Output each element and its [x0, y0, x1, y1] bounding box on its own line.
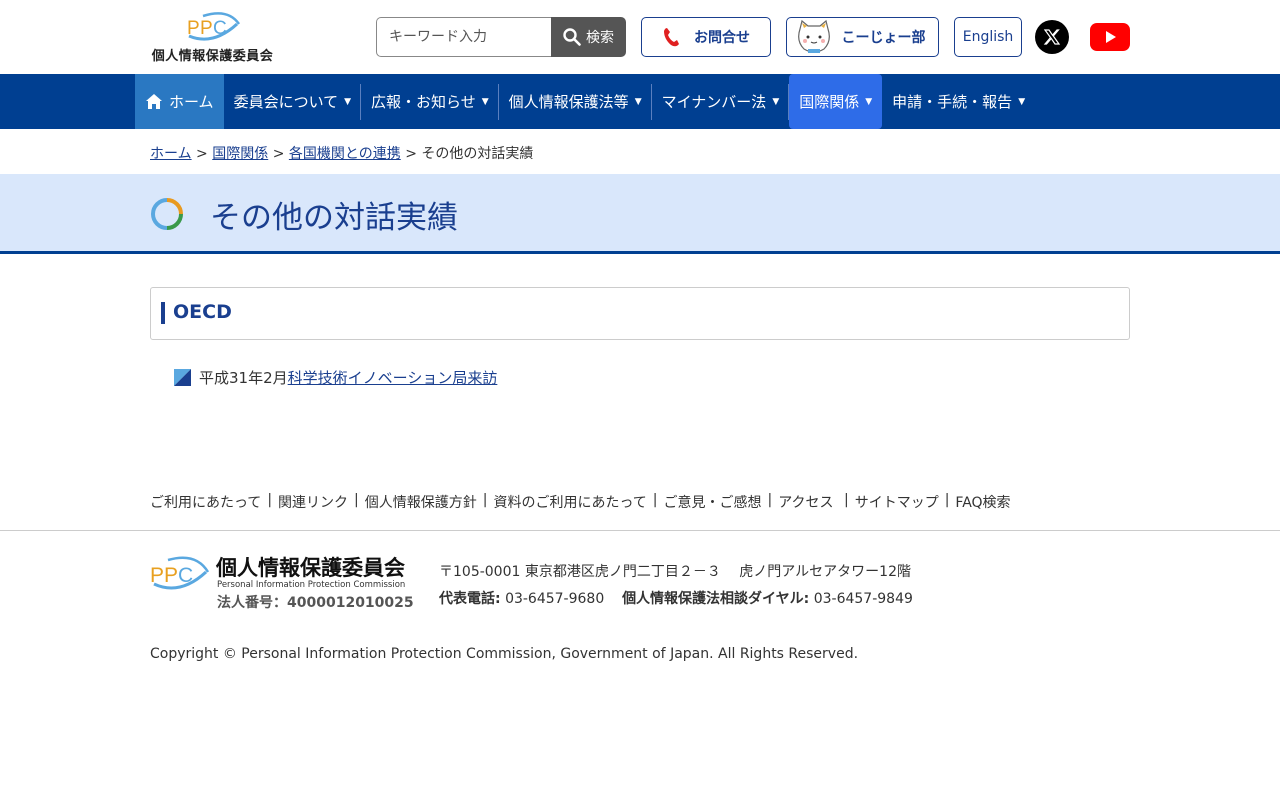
contact-button-label: お問合せ: [694, 30, 750, 46]
footer-separator: |: [944, 492, 950, 508]
nav-home[interactable]: ホーム: [135, 74, 224, 129]
footer-tel-label: 代表電話:: [439, 591, 501, 607]
footer-consult-number: 03-6457-9849: [813, 591, 913, 607]
logo-text: 個人情報保護委員会: [151, 49, 274, 64]
global-nav: ホーム 委員会について ▼ 広報・お知らせ ▼ 個人情報保護法等 ▼ マイナンバー法 ▼…: [0, 74, 1280, 129]
dropdown-arrow-icon: ▼: [634, 96, 642, 107]
footer-org-name-en: Personal Information Protection Commissi…: [217, 580, 406, 590]
home-icon: [146, 94, 162, 109]
footer-separator: |: [839, 492, 849, 508]
footer-separator: |: [652, 492, 658, 508]
english-button[interactable]: English: [954, 17, 1022, 57]
phone-icon: [664, 28, 679, 47]
footer-tel-number: 03-6457-9680: [505, 591, 605, 607]
footer-separator: |: [767, 492, 773, 508]
search-button[interactable]: 検索: [551, 17, 626, 57]
nav-label: 申請・手続・報告: [892, 93, 1013, 111]
site-logo[interactable]: P P C 個人情報保護委員会: [150, 10, 275, 64]
footer-address: 〒105-0001 東京都港区虎ノ門二丁目２－３ 虎ノ門アルセアタワー12階: [439, 564, 911, 580]
nav-label: 委員会について: [233, 93, 339, 111]
svg-text:P: P: [150, 564, 164, 587]
dropdown-arrow-icon: ▼: [481, 96, 489, 107]
breadcrumb-cooperation-link[interactable]: 各国機関との連携: [289, 146, 401, 162]
list-item: 平成31年2月 科学技術イノベーション局来訪: [174, 367, 497, 388]
breadcrumb-separator: >: [196, 146, 208, 162]
search-form: 検索: [376, 17, 626, 57]
footer-link-privacy-policy[interactable]: 個人情報保護方針: [365, 492, 477, 512]
svg-text:P: P: [187, 18, 200, 39]
svg-text:P: P: [200, 18, 213, 39]
breadcrumb-separator: >: [405, 146, 417, 162]
search-button-label: 検索: [586, 30, 614, 46]
footer-link-terms[interactable]: ご利用にあたって: [150, 492, 261, 512]
copyright: Copyright © Personal Information Protect…: [150, 646, 859, 662]
section-heading-box: OECD: [150, 287, 1130, 340]
footer-separator: |: [267, 492, 273, 508]
breadcrumb-home-link[interactable]: ホーム: [150, 146, 192, 162]
kojo-button-label: こーじょー部: [841, 30, 926, 46]
kojo-button[interactable]: こーじょー部: [786, 17, 939, 57]
footer-logo: P P C 個人情報保護委員会 Personal Information Pro…: [150, 552, 425, 612]
youtube-icon[interactable]: [1090, 23, 1130, 51]
svg-text:P: P: [164, 564, 178, 587]
footer-links: ご利用にあたって | 関連リンク | 個人情報保護方針 | 資料のご利用にあたって | …: [150, 492, 1011, 512]
breadcrumb-current: その他の対話実績: [421, 146, 534, 162]
dropdown-arrow-icon: ▼: [865, 96, 873, 107]
breadcrumb: ホーム > 国際関係 > 各国機関との連携 > その他の対話実績: [150, 143, 533, 163]
nav-item-news[interactable]: 広報・お知らせ ▼: [361, 74, 499, 129]
dropdown-arrow-icon: ▼: [344, 96, 352, 107]
footer-link-related[interactable]: 関連リンク: [278, 492, 348, 512]
page-title: その他の対話実績: [210, 200, 458, 236]
nav-label: 個人情報保護法等: [508, 93, 629, 111]
x-twitter-icon[interactable]: [1035, 20, 1069, 54]
dropdown-arrow-icon: ▼: [1018, 96, 1026, 107]
page-title-band: その他の対話実績: [0, 174, 1280, 254]
nav-item-privacy-law[interactable]: 個人情報保護法等 ▼: [499, 74, 652, 129]
footer-org-name: 個人情報保護委員会: [216, 556, 405, 580]
footer-separator: |: [354, 492, 359, 508]
play-icon: [1106, 31, 1116, 43]
search-icon: [563, 28, 581, 46]
ppc-logo-icon: P P C: [187, 12, 240, 41]
section-heading-bar: [161, 302, 165, 324]
section-title: OECD: [173, 301, 232, 323]
svg-text:C: C: [178, 564, 193, 587]
footer-corp-number: 法人番号：4000012010025: [217, 595, 414, 611]
footer-separator: |: [482, 492, 488, 508]
nav-label: 広報・お知らせ: [371, 93, 476, 111]
list-item-date: 平成31年2月: [199, 369, 288, 387]
breadcrumb-international-link[interactable]: 国際関係: [212, 146, 268, 162]
svg-text:C: C: [213, 18, 227, 39]
ppc-logo-icon: P P C: [150, 556, 210, 590]
footer-link-access[interactable]: アクセス: [778, 492, 833, 512]
nav-item-mynumber[interactable]: マイナンバー法 ▼: [652, 74, 790, 129]
footer-tel: 代表電話: 03-6457-9680 個人情報保護法相談ダイヤル: 03-645…: [439, 588, 913, 608]
site-header: P P C 個人情報保護委員会 検索 お問合せ: [0, 0, 1280, 74]
footer-link-sitemap[interactable]: サイトマップ: [855, 492, 939, 512]
x-logo-icon: [1043, 29, 1061, 45]
nav-label: 国際関係: [799, 93, 860, 111]
nav-label: マイナンバー法: [661, 93, 767, 111]
dropdown-arrow-icon: ▼: [772, 96, 780, 107]
list-bullet-icon: [174, 369, 191, 386]
list-item-link[interactable]: 科学技術イノベーション局来訪: [288, 367, 498, 388]
search-input[interactable]: [376, 17, 551, 57]
footer-link-faq[interactable]: FAQ検索: [955, 492, 1010, 512]
nav-home-label: ホーム: [169, 93, 214, 111]
english-button-label: English: [962, 29, 1014, 45]
footer-link-materials[interactable]: 資料のご利用にあたって: [493, 492, 646, 512]
contact-button[interactable]: お問合せ: [641, 17, 771, 57]
nav-item-international[interactable]: 国際関係 ▼: [789, 74, 883, 129]
footer-consult-label: 個人情報保護法相談ダイヤル:: [622, 591, 810, 607]
nav-item-applications[interactable]: 申請・手続・報告 ▼: [882, 74, 1035, 129]
nav-item-about[interactable]: 委員会について ▼: [224, 74, 362, 129]
cat-mascot-icon: [797, 19, 830, 53]
footer-link-feedback[interactable]: ご意見・ご感想: [664, 492, 762, 512]
footer-divider: [0, 530, 1280, 531]
breadcrumb-separator: >: [272, 146, 285, 162]
title-ring-icon: [151, 198, 183, 230]
